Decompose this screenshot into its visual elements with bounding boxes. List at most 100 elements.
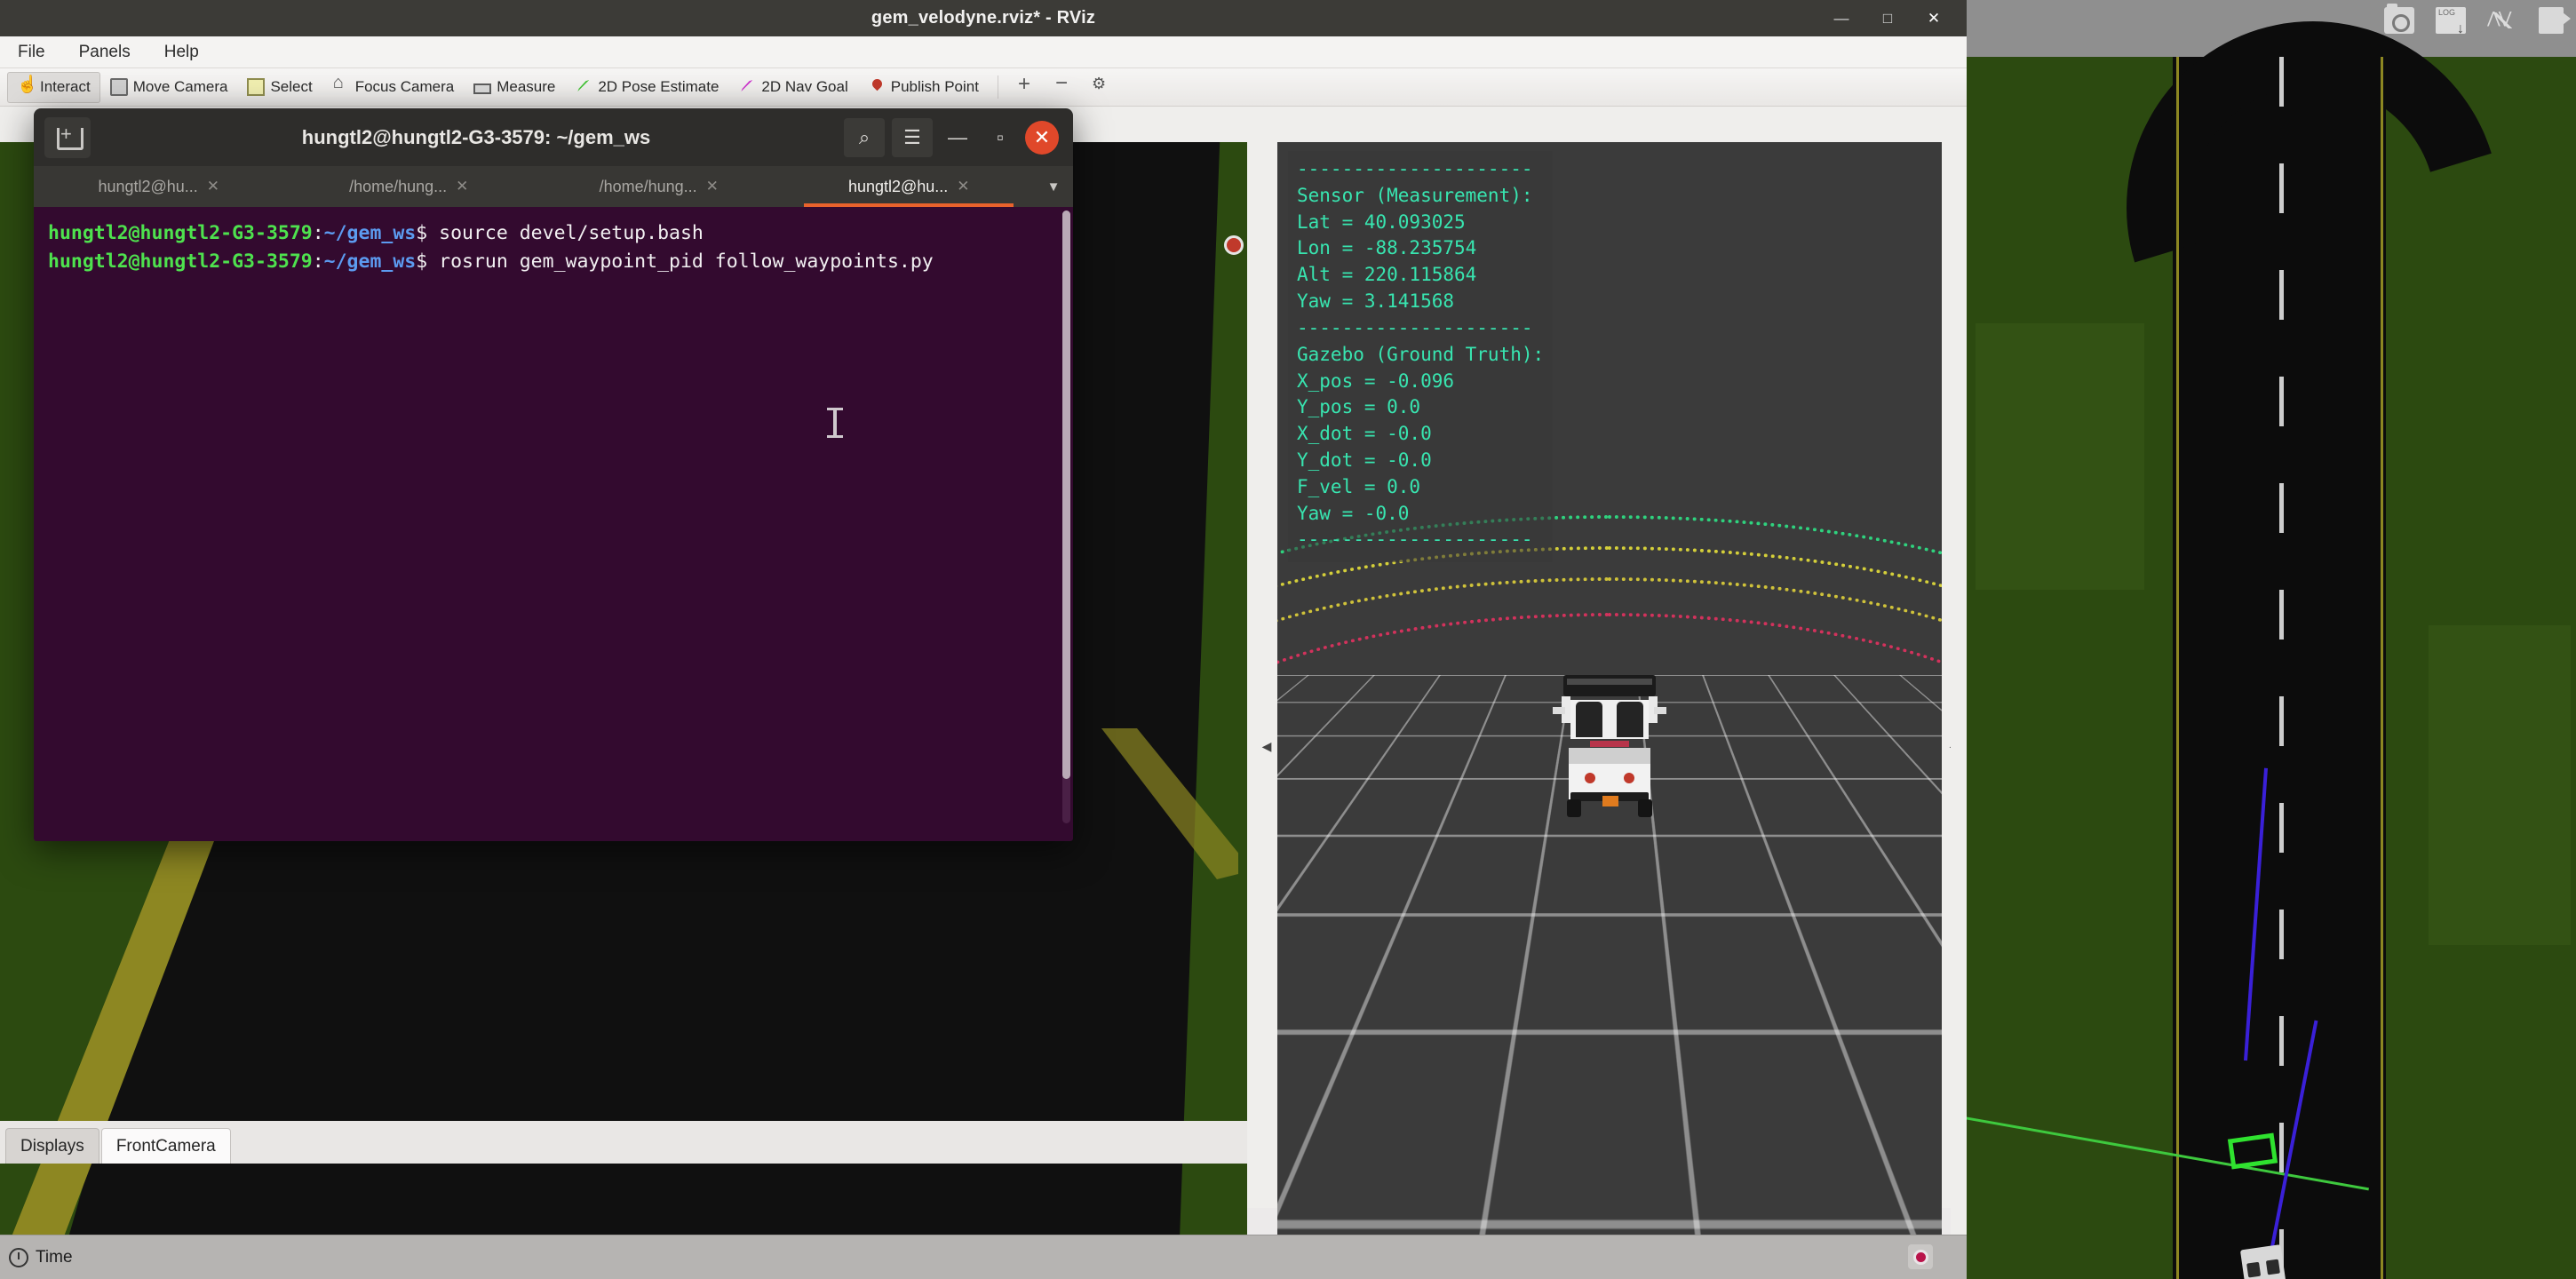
remove-tool-minus-icon bbox=[1054, 71, 1072, 96]
screenshot-camera-icon[interactable] bbox=[2384, 4, 2414, 34]
terminal-tab-4[interactable]: hungtl2@hu... ✕ bbox=[784, 166, 1035, 207]
vehicle-taillight-left bbox=[1585, 773, 1595, 783]
tool-select[interactable]: Select bbox=[237, 72, 322, 103]
terminal-tab-1[interactable]: hungtl2@hu... ✕ bbox=[34, 166, 284, 207]
menu-panels[interactable]: Panels bbox=[74, 41, 136, 64]
tool-remove[interactable] bbox=[1045, 71, 1082, 103]
tool-focus-camera[interactable]: Focus Camera bbox=[322, 72, 464, 103]
tool-publish-point-label: Publish Point bbox=[890, 78, 979, 95]
telemetry-gazebo-xpos: X_pos = -0.096 bbox=[1297, 369, 1455, 392]
terminal-line-2-user: hungtl2@hungtl2-G3-3579 bbox=[48, 250, 313, 273]
terminal-tab-2[interactable]: /home/hung... ✕ bbox=[284, 166, 535, 207]
gazebo-lane-dashes bbox=[2279, 57, 2284, 1279]
save-log-icon[interactable] bbox=[2436, 7, 2466, 37]
terminal-tab-3-label: /home/hung... bbox=[599, 177, 697, 195]
time-label: Time bbox=[36, 1247, 73, 1267]
tool-2d-nav-goal[interactable]: 2D Nav Goal bbox=[728, 72, 857, 103]
record-status-icon[interactable] bbox=[1908, 1244, 1933, 1269]
lidar-ring-red-lower bbox=[1277, 941, 1942, 1279]
tool-properties[interactable] bbox=[1082, 72, 1119, 103]
vehicle-roof-rack bbox=[1567, 679, 1652, 685]
vehicle-taillight-right bbox=[1624, 773, 1634, 783]
terminal-tabbar: hungtl2@hu... ✕ /home/hung... ✕ /home/hu… bbox=[34, 166, 1073, 207]
tab-displays-label: Displays bbox=[20, 1136, 84, 1156]
rviz-3d-viewport[interactable]: --------------------- Sensor (Measuremen… bbox=[1277, 142, 1942, 1279]
telemetry-separator-bottom: --------------------- bbox=[1297, 528, 1533, 551]
hamburger-menu-icon[interactable]: ☰ bbox=[892, 117, 933, 157]
tool-publish-point[interactable]: Publish Point bbox=[858, 72, 989, 103]
telemetry-gazebo-header: Gazebo (Ground Truth): bbox=[1297, 343, 1545, 365]
tool-interact[interactable]: Interact bbox=[7, 71, 100, 103]
vehicle-license-plate bbox=[1602, 796, 1618, 806]
rviz-maximize-button[interactable]: □ bbox=[1878, 10, 1897, 28]
terminal-close-button[interactable]: ✕ bbox=[1025, 120, 1059, 155]
new-tab-icon[interactable] bbox=[44, 116, 91, 158]
terminal-line-2-prompt: $ bbox=[416, 250, 440, 273]
telemetry-gazebo-xdot: X_dot = -0.0 bbox=[1297, 423, 1432, 445]
tool-move-camera[interactable]: Move Camera bbox=[100, 72, 238, 103]
terminal-window-buttons: ⌕ ☰ — ▫ ✕ bbox=[844, 117, 1073, 157]
add-tool-plus-icon bbox=[1017, 72, 1035, 97]
tool-measure[interactable]: Measure bbox=[464, 72, 565, 103]
gazebo-scene-view[interactable] bbox=[1967, 0, 2576, 1279]
terminal-line-1-prompt: $ bbox=[416, 222, 440, 244]
terminal-tab-2-label: /home/hung... bbox=[349, 177, 448, 195]
tool-add[interactable] bbox=[1007, 72, 1045, 103]
focus-camera-icon bbox=[332, 73, 350, 96]
tool-select-label: Select bbox=[270, 78, 313, 95]
telemetry-separator-top: --------------------- bbox=[1297, 158, 1533, 179]
terminal-maximize-button[interactable]: ▫ bbox=[982, 118, 1018, 157]
tool-properties-gear-icon bbox=[1092, 75, 1109, 96]
map-pin-icon bbox=[868, 78, 886, 96]
vehicle-seat-right bbox=[1617, 702, 1643, 737]
rviz-menubar: File Panels Help bbox=[0, 36, 1967, 68]
select-rectangle-icon bbox=[247, 78, 266, 96]
nav-goal-arrow-icon bbox=[738, 78, 756, 96]
gazebo-waypoint-marker bbox=[2227, 1132, 2278, 1170]
tool-2d-pose-estimate[interactable]: 2D Pose Estimate bbox=[565, 72, 728, 103]
terminal-tab-3[interactable]: /home/hung... ✕ bbox=[534, 166, 784, 207]
record-video-icon[interactable] bbox=[2539, 7, 2571, 34]
telemetry-sensor-lon: Lon = -88.235754 bbox=[1297, 237, 1477, 259]
tool-interact-label: Interact bbox=[40, 78, 91, 95]
gazebo-vehicle-model bbox=[2239, 1244, 2289, 1279]
tab-displays[interactable]: Displays bbox=[5, 1128, 99, 1164]
telemetry-sensor-header: Sensor (Measurement): bbox=[1297, 184, 1533, 206]
terminal-tab-2-close-icon[interactable]: ✕ bbox=[456, 178, 468, 195]
hand-pointer-icon bbox=[17, 74, 38, 96]
terminal-minimize-button[interactable]: — bbox=[940, 118, 975, 157]
splitter-handle-left[interactable]: ◀ bbox=[1260, 728, 1274, 764]
rviz-toolbar: Interact Move Camera Select Focus Camera… bbox=[0, 68, 1967, 107]
terminal-tab-1-close-icon[interactable]: ✕ bbox=[207, 178, 219, 195]
terminal-line-1-command: source devel/setup.bash bbox=[439, 222, 704, 244]
terminal-tab-3-close-icon[interactable]: ✕ bbox=[706, 178, 719, 195]
gazebo-window bbox=[1967, 0, 2576, 1279]
rviz-window-controls: — □ ✕ bbox=[1832, 0, 1960, 36]
menu-help[interactable]: Help bbox=[159, 41, 204, 64]
rviz-right-dock-strip bbox=[1951, 142, 1967, 1279]
rviz-dock-tabs: Displays FrontCamera bbox=[0, 1121, 1247, 1164]
terminal-line-1-colon: : bbox=[312, 222, 324, 244]
measure-ruler-icon bbox=[473, 83, 492, 94]
rviz-status-marker-icon bbox=[1224, 235, 1244, 255]
plot-graph-icon[interactable] bbox=[2487, 7, 2517, 34]
search-icon[interactable]: ⌕ bbox=[844, 117, 885, 157]
terminal-line-1-path: ~/gem_ws bbox=[323, 222, 417, 244]
gazebo-lane-edge-left bbox=[2176, 57, 2179, 1279]
rviz-close-button[interactable]: ✕ bbox=[1924, 10, 1944, 28]
terminal-scrollbar[interactable] bbox=[1062, 211, 1070, 823]
terminal-tab-4-close-icon[interactable]: ✕ bbox=[957, 178, 969, 195]
vehicle-rear-light-bar bbox=[1590, 741, 1629, 747]
rviz-window-title: gem_velodyne.rviz* - RViz bbox=[871, 8, 1096, 28]
chevron-down-icon[interactable]: ▼ bbox=[1034, 166, 1073, 207]
rviz-titlebar: gem_velodyne.rviz* - RViz — □ ✕ bbox=[0, 0, 1967, 36]
rviz-minimize-button[interactable]: — bbox=[1832, 10, 1851, 28]
tool-2d-pose-estimate-label: 2D Pose Estimate bbox=[598, 78, 720, 95]
rviz-time-status-bar: Time bbox=[0, 1235, 1967, 1279]
terminal-output[interactable]: hungtl2@hungtl2-G3-3579:~/gem_ws$ source… bbox=[34, 207, 1073, 841]
tab-frontcamera[interactable]: FrontCamera bbox=[100, 1128, 231, 1164]
gazebo-terrain-patch-b bbox=[2429, 625, 2571, 945]
telemetry-overlay: --------------------- Sensor (Measuremen… bbox=[1288, 151, 1554, 563]
gazebo-terrain-patch-a bbox=[1976, 323, 2144, 590]
menu-file[interactable]: File bbox=[12, 41, 51, 64]
